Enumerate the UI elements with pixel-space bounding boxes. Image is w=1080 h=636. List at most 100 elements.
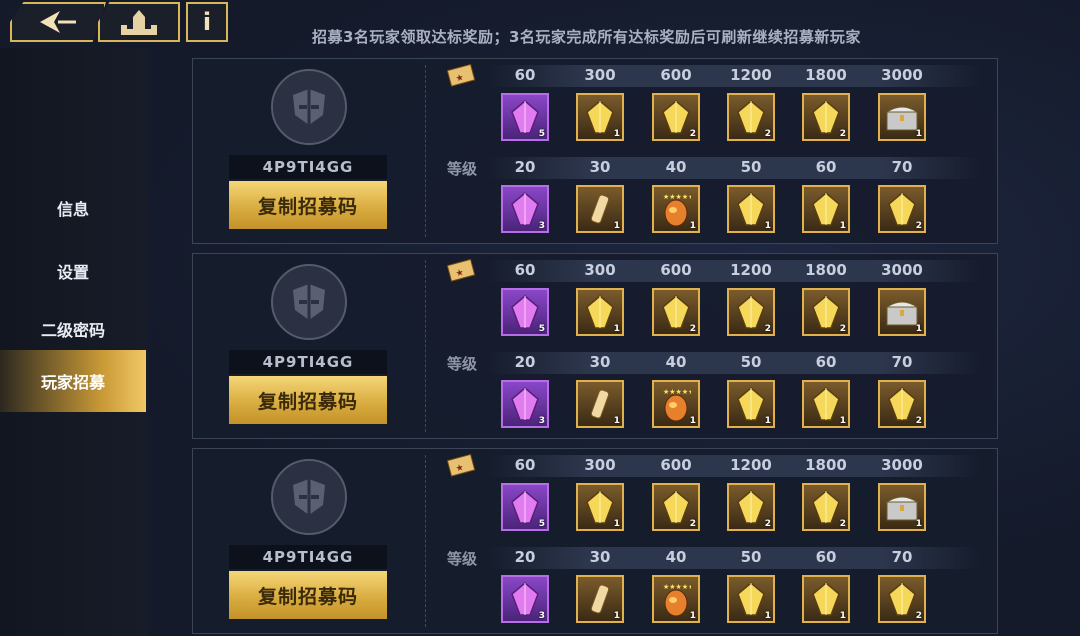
reward-item-slot[interactable]: 2 [727,288,775,336]
reward-item-slot[interactable]: 1 [576,575,624,623]
helmet-icon [293,89,325,125]
reward-item-slot[interactable]: 2 [652,93,700,141]
reward-item-slot[interactable]: ★★★★★1 [652,575,700,623]
reward-item-slot[interactable]: 1 [802,380,850,428]
helmet-icon [293,284,325,320]
egg-icon: ★★★★★ [663,583,691,617]
back-arrow-icon [40,11,76,33]
reward-item-slot[interactable]: 3 [501,380,549,428]
level-threshold: 40 [665,353,687,371]
gold-crystal-icon [737,582,765,616]
reward-item-slot[interactable]: ★★★★★1 [652,380,700,428]
recruit-notice: 招募3名玩家领取达标奖励；3名玩家完成所有达标奖励后可刷新继续招募新玩家 [312,28,861,46]
reward-item-slot[interactable]: 2 [727,93,775,141]
reward-item-slot[interactable]: 3 [501,575,549,623]
reward-item-slot[interactable]: 1 [878,288,926,336]
copy-recruit-code-button[interactable]: 复制招募码 [229,571,387,619]
sidebar-item-info[interactable]: 信息 [0,188,146,228]
reward-item-slot[interactable]: 2 [652,483,700,531]
reward-item-slot[interactable]: 1 [727,185,775,233]
empty-avatar-helmet-icon [271,264,347,340]
reward-item-slot[interactable]: 3 [501,185,549,233]
reward-item-slot[interactable]: 1 [802,575,850,623]
reward-item-slot[interactable]: 2 [878,575,926,623]
gold-crystal-icon [662,100,690,134]
reward-item-slot[interactable]: 1 [576,380,624,428]
level-threshold: 50 [740,548,762,566]
reward-count: 1 [613,519,620,529]
panel-divider [425,455,426,627]
egg-icon: ★★★★★ [663,388,691,422]
gold-crystal-icon [812,490,840,524]
copy-recruit-code-button[interactable]: 复制招募码 [229,376,387,424]
gold-crystal-icon [812,192,840,226]
reward-count: 2 [839,519,846,529]
empty-avatar-helmet-icon [271,459,347,535]
gold-crystal-icon [812,387,840,421]
points-threshold: 3000 [881,456,923,474]
reward-count: 1 [613,324,620,334]
gold-crystal-icon [737,192,765,226]
reward-item-slot[interactable]: 1 [576,288,624,336]
home-button[interactable] [98,2,180,42]
reward-item-slot[interactable]: 5 [501,288,549,336]
activity-points-icon: ★ [446,453,477,481]
gold-crystal-icon [812,100,840,134]
back-button[interactable] [10,2,106,42]
reward-count: 2 [839,129,846,139]
sidebar-item-secondary-password[interactable]: 二级密码 [0,309,146,349]
level-threshold: 60 [815,353,837,371]
level-threshold: 30 [589,548,611,566]
purple-crystal-icon [511,387,539,421]
reward-item-slot[interactable]: 1 [576,93,624,141]
gold-crystal-icon [812,582,840,616]
reward-item-slot[interactable]: 1 [576,483,624,531]
sidebar-item-settings[interactable]: 设置 [0,251,146,291]
reward-item-slot[interactable]: 2 [802,288,850,336]
purple-crystal-icon [511,582,539,616]
purple-crystal-icon [511,100,539,134]
gold-crystal-icon [888,387,916,421]
reward-item-slot[interactable]: 2 [802,483,850,531]
recruit-slot-panel: 4P9TI4GG 复制招募码 ★ 等级 60 300 600 1200 1800 3000… [192,253,998,439]
panel-divider [425,65,426,237]
level-label: 等级 [447,355,478,373]
level-threshold: 70 [891,353,913,371]
reward-item-slot[interactable]: 1 [576,185,624,233]
level-threshold: 50 [740,353,762,371]
reward-count: 1 [613,611,620,621]
reward-item-slot[interactable]: 5 [501,93,549,141]
points-threshold: 1200 [730,261,772,279]
reward-item-slot[interactable]: 2 [878,185,926,233]
panel-divider [425,260,426,432]
level-threshold: 40 [665,548,687,566]
reward-count: 2 [689,129,696,139]
reward-item-slot[interactable]: 1 [878,483,926,531]
copy-recruit-code-button[interactable]: 复制招募码 [229,181,387,229]
reward-count: 5 [538,129,545,139]
reward-count: 1 [613,129,620,139]
gold-crystal-icon [888,192,916,226]
reward-item-slot[interactable]: ★★★★★1 [652,185,700,233]
info-button[interactable]: i [186,2,228,42]
reward-item-slot[interactable]: 1 [727,575,775,623]
gold-crystal-icon [662,295,690,329]
reward-item-slot[interactable]: 2 [802,93,850,141]
sidebar-item-player-recruit[interactable]: 玩家招募 [0,350,146,412]
purple-crystal-icon [511,295,539,329]
reward-count: 2 [915,221,922,231]
reward-count: 1 [689,416,696,426]
reward-item-slot[interactable]: 2 [878,380,926,428]
reward-item-slot[interactable]: 5 [501,483,549,531]
level-threshold: 60 [815,158,837,176]
activity-points-icon: ★ [446,258,477,286]
reward-count: 1 [764,416,771,426]
reward-item-slot[interactable]: 1 [727,380,775,428]
treasure-chest-icon [885,496,919,521]
reward-count: 1 [915,129,922,139]
reward-item-slot[interactable]: 2 [652,288,700,336]
treasure-chest-icon [885,301,919,326]
reward-item-slot[interactable]: 1 [878,93,926,141]
reward-item-slot[interactable]: 2 [727,483,775,531]
reward-item-slot[interactable]: 1 [802,185,850,233]
